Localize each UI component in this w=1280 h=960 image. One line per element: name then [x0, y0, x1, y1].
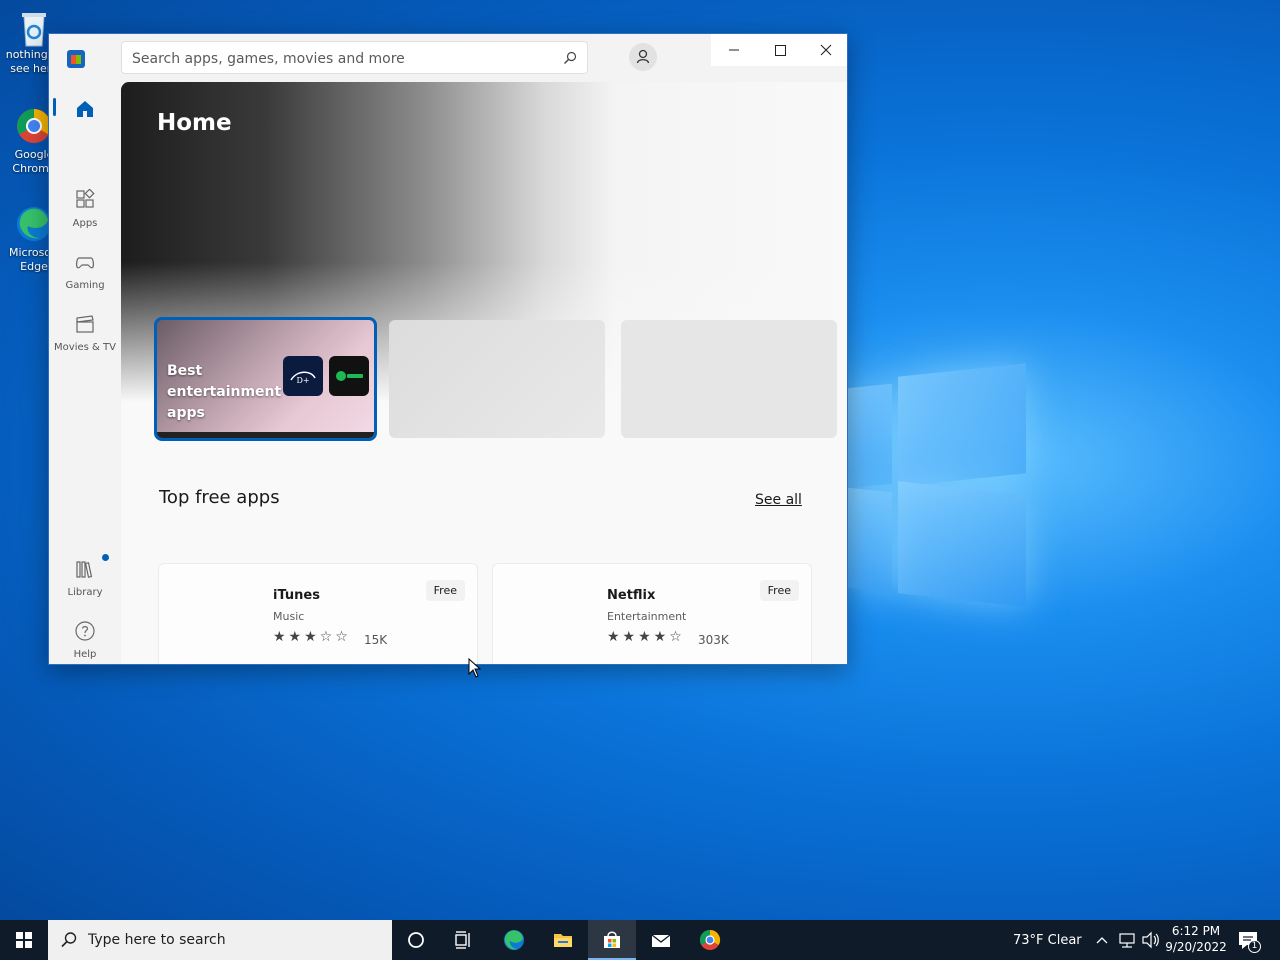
- featured-card-placeholder[interactable]: [621, 320, 837, 438]
- nav-item-help[interactable]: Help: [49, 620, 121, 660]
- nav-item-library[interactable]: Library: [49, 554, 121, 598]
- taskbar-explorer-button[interactable]: [539, 920, 587, 960]
- apps-icon: [76, 188, 95, 208]
- app-category: Music: [273, 610, 305, 623]
- featured-card-placeholder[interactable]: [389, 320, 605, 438]
- home-icon: [77, 101, 93, 117]
- search-icon[interactable]: [563, 51, 577, 65]
- search-icon: [61, 932, 77, 948]
- clock-date: 9/20/2022: [1165, 940, 1227, 954]
- library-icon: [76, 561, 93, 578]
- mail-icon: [651, 934, 671, 947]
- review-count: 303K: [698, 633, 729, 647]
- rating-stars: ★★★☆☆: [273, 629, 351, 645]
- edge-icon: [504, 930, 524, 950]
- taskbar: Type here to search 73°F Clear 6:12 PM 9…: [0, 920, 1280, 960]
- taskbar-search-placeholder: Type here to search: [88, 932, 226, 948]
- nav-rail: Apps Gaming Movies & TV Library Help: [49, 82, 121, 664]
- nav-label: Apps: [72, 218, 98, 229]
- mouse-cursor-icon: [468, 658, 482, 678]
- store-window: Search apps, games, movies and more Apps…: [48, 33, 848, 665]
- start-button[interactable]: [0, 920, 48, 960]
- nav-label: Help: [73, 649, 97, 660]
- maximize-button[interactable]: [757, 34, 803, 66]
- app-card-itunes[interactable]: iTunes Music Free ★★★☆☆ 15K: [158, 563, 478, 664]
- svg-text:D+: D+: [296, 376, 309, 385]
- edge-icon: [16, 206, 52, 242]
- folder-icon: [554, 934, 572, 947]
- weather-widget[interactable]: [980, 920, 1006, 960]
- disney-plus-logo: D+: [283, 356, 323, 396]
- network-button[interactable]: [1118, 920, 1136, 960]
- nav-label: Gaming: [65, 280, 105, 291]
- maximize-icon: [775, 45, 786, 56]
- speaker-icon: [1142, 931, 1159, 949]
- nav-item-gaming[interactable]: Gaming: [49, 251, 121, 291]
- see-all-link[interactable]: See all: [755, 492, 802, 508]
- show-hidden-icons-button[interactable]: [1094, 920, 1110, 960]
- app-card-netflix[interactable]: Netflix Entertainment Free ★★★★☆ 303K: [492, 563, 812, 664]
- person-icon: [636, 49, 650, 64]
- help-icon: [75, 621, 95, 641]
- store-app-icon: [67, 50, 85, 68]
- notification-icon: [1239, 932, 1257, 949]
- volume-button[interactable]: [1141, 920, 1161, 960]
- clapperboard-icon: [76, 315, 94, 333]
- notification-dot: [102, 554, 109, 561]
- cortana-button[interactable]: [392, 920, 440, 960]
- account-button[interactable]: [629, 43, 657, 71]
- search-placeholder: Search apps, games, movies and more: [132, 51, 405, 67]
- clock-time: 6:12 PM: [1171, 924, 1221, 938]
- notification-count: 1: [1248, 940, 1261, 953]
- card-bottom-edge: [157, 432, 374, 438]
- chevron-up-icon: [1096, 937, 1108, 944]
- network-icon: [1119, 933, 1135, 948]
- price-badge[interactable]: Free: [759, 580, 799, 601]
- search-input[interactable]: Search apps, games, movies and more: [121, 41, 588, 74]
- taskbar-mail-button[interactable]: [637, 920, 685, 960]
- page-title: Home: [157, 110, 232, 136]
- window-controls: [711, 34, 847, 66]
- price-badge[interactable]: Free: [425, 580, 465, 601]
- windows-logo-wallpaper: [848, 362, 1028, 607]
- store-bag-icon: [604, 931, 620, 948]
- app-name: iTunes: [273, 588, 320, 603]
- clock[interactable]: 6:12 PM 9/20/2022: [1160, 923, 1232, 955]
- moon-icon: [989, 932, 999, 950]
- taskbar-edge-button[interactable]: [490, 920, 538, 960]
- close-button[interactable]: [803, 34, 847, 66]
- title-bar: Search apps, games, movies and more: [49, 34, 847, 82]
- app-category: Entertainment: [607, 610, 687, 623]
- taskbar-search-input[interactable]: Type here to search: [48, 920, 392, 960]
- minimize-button[interactable]: [711, 34, 757, 66]
- featured-card-entertainment[interactable]: Best entertainment apps D+: [154, 317, 377, 441]
- review-count: 15K: [364, 633, 388, 647]
- main-content: Home Best entertainment apps D+ Top free…: [121, 82, 847, 664]
- gamepad-icon: [76, 257, 94, 269]
- nav-item-apps[interactable]: Apps: [49, 188, 121, 229]
- weather-text[interactable]: 73°F Clear: [1013, 933, 1082, 948]
- nav-item-home[interactable]: [49, 98, 121, 127]
- minimize-icon: [729, 49, 739, 51]
- taskbar-chrome-button[interactable]: [686, 920, 734, 960]
- task-view-button[interactable]: [440, 920, 488, 960]
- task-view-icon: [455, 931, 470, 949]
- nav-item-movies-tv[interactable]: Movies & TV: [49, 313, 121, 353]
- chrome-icon: [699, 929, 721, 950]
- spotify-logo: [329, 356, 369, 396]
- section-title: Top free apps: [159, 487, 280, 508]
- taskbar-store-button[interactable]: [588, 920, 636, 960]
- nav-label: Movies & TV: [54, 342, 116, 353]
- app-name: Netflix: [607, 588, 656, 603]
- recycle-bin-icon: [16, 8, 52, 47]
- windows-start-icon: [16, 932, 32, 948]
- rating-stars: ★★★★☆: [607, 629, 685, 645]
- chrome-icon: [16, 108, 52, 144]
- close-icon: [820, 44, 832, 56]
- cortana-icon: [408, 932, 424, 948]
- nav-label: Library: [67, 587, 103, 598]
- action-center-button[interactable]: 1: [1236, 920, 1276, 960]
